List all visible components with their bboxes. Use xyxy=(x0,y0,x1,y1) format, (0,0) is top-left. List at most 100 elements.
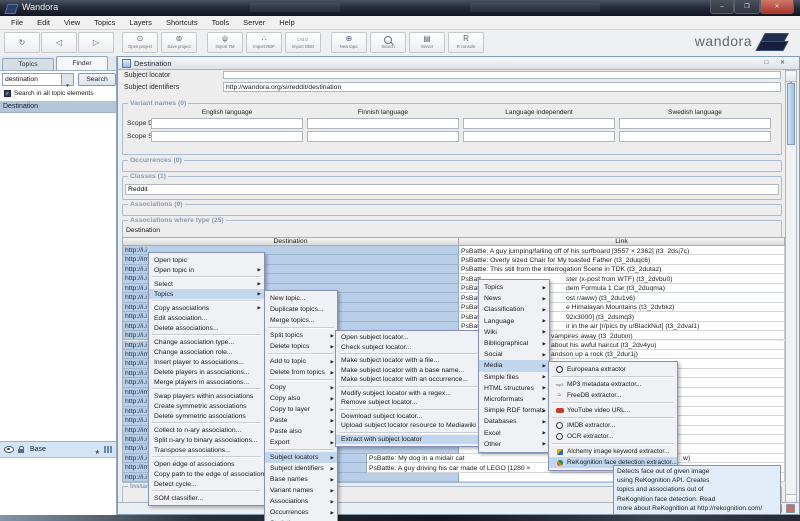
assoc-link-cell[interactable]: PsBattle: This still from the Interrogat… xyxy=(459,265,785,274)
toolbar-forward[interactable]: ▷ xyxy=(78,32,114,53)
toolbar-save-project[interactable]: ⊚Save project xyxy=(161,32,197,53)
association-item-merge-players-in-associations[interactable]: Merge players in associations... xyxy=(149,377,264,387)
variant-field[interactable] xyxy=(151,118,303,129)
extract-item-social[interactable]: Social▶ xyxy=(479,349,549,360)
topics-item-copy-also[interactable]: Copy also▶ xyxy=(265,393,337,404)
toolbar-open-project[interactable]: ⊙Open project xyxy=(122,32,158,53)
association-item-change-association-type[interactable]: Change association type... xyxy=(149,337,264,347)
menubar-topics[interactable]: Topics xyxy=(87,18,122,27)
search-all-checkbox[interactable] xyxy=(4,90,11,97)
scroll-up-icon[interactable] xyxy=(786,71,796,82)
association-item-copy-path-to-the-edge-of-associations[interactable]: Copy path to the edge of associations xyxy=(149,469,264,479)
variant-field[interactable] xyxy=(151,131,303,142)
topics-item-subject-locators[interactable]: Subject locators▶ xyxy=(265,452,337,463)
topics-item-merge-topics[interactable]: Merge topics... xyxy=(265,315,337,326)
chevron-down-icon[interactable] xyxy=(61,74,73,85)
topics-item-delete-from-topics[interactable]: Delete from topics▶ xyxy=(265,367,337,378)
association-item-insert-player-to-associations[interactable]: Insert player to associations... xyxy=(149,357,264,367)
assoc-link-cell[interactable]: PsBattle: Overly sized Chair for My toas… xyxy=(459,255,785,264)
association-item-delete-players-in-associations[interactable]: Delete players in associations... xyxy=(149,367,264,377)
topics-item-add-to-topic[interactable]: Add to topic▶ xyxy=(265,356,337,367)
subject-identifiers-field[interactable]: http://wandora.org/si/reddit/destination xyxy=(223,82,781,92)
toolbar-server[interactable]: ▤Server xyxy=(409,32,445,53)
toolbar-back[interactable]: ◁ xyxy=(41,32,77,53)
lock-icon[interactable] xyxy=(18,449,24,454)
search-result-destination[interactable]: Destination xyxy=(0,101,116,113)
menubar-server[interactable]: Server xyxy=(236,18,272,27)
variant-field[interactable] xyxy=(307,131,459,142)
variant-field[interactable] xyxy=(619,118,771,129)
toolbar-import-obo[interactable]: OBOImport OBO xyxy=(285,32,321,53)
media-item-imdb-extractor[interactable]: IMDB extractor... xyxy=(549,420,677,431)
menubar-file[interactable]: File xyxy=(4,18,30,27)
close-button[interactable] xyxy=(760,0,794,14)
variant-field[interactable] xyxy=(307,118,459,129)
extract-item-simple-files[interactable]: Simple files▶ xyxy=(479,372,549,383)
association-item-detect-cycle[interactable]: Detect cycle... xyxy=(149,479,264,489)
extract-item-topics[interactable]: Topics▶ xyxy=(479,282,549,293)
topics-item-delete-topics[interactable]: Delete topics▶ xyxy=(265,341,337,352)
toolbar-r-console[interactable]: RR console xyxy=(448,32,484,53)
association-item-split-n-ary-to-binary-associations[interactable]: Split n-ary to binary associations... xyxy=(149,435,264,445)
minimize-button[interactable] xyxy=(710,0,734,14)
association-item-collect-to-n-ary-association[interactable]: Collect to n-ary association... xyxy=(149,425,264,435)
extract-item-other[interactable]: Other▶ xyxy=(479,439,549,450)
association-item-select[interactable]: Select▶ xyxy=(149,279,264,289)
topics-item-new-topic[interactable]: New topic... xyxy=(265,293,337,304)
menubar-view[interactable]: View xyxy=(57,18,87,27)
menubar-edit[interactable]: Edit xyxy=(30,18,57,27)
media-item-freedb-extractor[interactable]: FreeDB extractor... xyxy=(549,390,677,401)
variant-field[interactable] xyxy=(463,131,615,142)
topics-item-duplicate-topics[interactable]: Duplicate topics... xyxy=(265,304,337,315)
layer-row-base[interactable]: Base xyxy=(0,442,116,458)
menubar-shortcuts[interactable]: Shortcuts xyxy=(159,18,205,27)
extract-item-language[interactable]: Language▶ xyxy=(479,316,549,327)
association-item-open-edge-of-associations[interactable]: Open edge of associations xyxy=(149,459,264,469)
association-item-delete-symmetric-associations[interactable]: Delete symmetric associations xyxy=(149,411,264,421)
scrollbar-thumb[interactable] xyxy=(787,83,795,145)
association-item-som-classifier[interactable]: SOM classifier... xyxy=(149,493,264,503)
extract-item-simple-rdf-formats[interactable]: Simple RDF formats▶ xyxy=(479,405,549,416)
topics-item-export[interactable]: Export▶ xyxy=(265,437,337,448)
association-item-create-symmetric-associations[interactable]: Create symmetric associations xyxy=(149,401,264,411)
column-header-destination[interactable]: Destination xyxy=(122,237,459,246)
media-item-ocr-extractor[interactable]: OCR extractor... xyxy=(549,431,677,442)
association-item-copy-associations[interactable]: Copy associations▶ xyxy=(149,303,264,313)
menubar-tools[interactable]: Tools xyxy=(205,18,237,27)
toolbar-new-topic[interactable]: ⊕New topic xyxy=(331,32,367,53)
extract-item-bibliographical[interactable]: Bibliographical▶ xyxy=(479,338,549,349)
extract-item-excel[interactable]: Excel▶ xyxy=(479,427,549,438)
media-item-europeana-extractor[interactable]: Europeana extractor xyxy=(549,364,677,375)
media-item-alchemy-image-keyword-extractor[interactable]: Alchemy image keyword extractor... xyxy=(549,446,677,457)
topics-item-copy[interactable]: Copy▶ xyxy=(265,382,337,393)
extract-item-html-structures[interactable]: HTML structures▶ xyxy=(479,383,549,394)
topic-panel-header[interactable]: Destination xyxy=(118,57,799,70)
topics-item-split-topics[interactable]: Split topics▶ xyxy=(265,330,337,341)
association-item-swap-players-within-associations[interactable]: Swap players within associations xyxy=(149,391,264,401)
topics-item-subject-identifiers[interactable]: Subject identifiers▶ xyxy=(265,463,337,474)
association-item-topics[interactable]: Topics▶ xyxy=(149,289,264,299)
menubar-layers[interactable]: Layers xyxy=(122,18,159,27)
extract-item-microformats[interactable]: Microformats▶ xyxy=(479,394,549,405)
toolbar-search[interactable]: Search xyxy=(370,32,406,53)
toolbar-import-rdf[interactable]: ∴Import RDF xyxy=(246,32,282,53)
vertical-scrollbar[interactable] xyxy=(785,70,797,506)
maximize-button[interactable] xyxy=(734,0,760,14)
search-combobox[interactable]: destination xyxy=(2,73,74,86)
extract-item-classification[interactable]: Classification▶ xyxy=(479,304,549,315)
panel-maximize-icon[interactable] xyxy=(762,59,771,67)
sidebar-search-button[interactable]: Search xyxy=(78,73,116,86)
variant-field[interactable] xyxy=(463,118,615,129)
topics-item-paste-also[interactable]: Paste also▶ xyxy=(265,426,337,437)
search-input[interactable]: destination xyxy=(5,76,38,83)
topics-item-variant-names[interactable]: Variant names▶ xyxy=(265,485,337,496)
topics-item-occurrences[interactable]: Occurrences▶ xyxy=(265,507,337,518)
media-item-mp3-metadata-extractor[interactable]: MP3 metadata extractor... xyxy=(549,379,677,390)
extract-item-databases[interactable]: Databases▶ xyxy=(479,416,549,427)
extract-item-media[interactable]: Media▶ xyxy=(479,360,549,371)
toolbar-refresh[interactable]: ↻ xyxy=(4,32,40,53)
association-item-edit-association[interactable]: Edit association... xyxy=(149,313,264,323)
extract-item-news[interactable]: News▶ xyxy=(479,293,549,304)
association-item-change-association-role[interactable]: Change association role... xyxy=(149,347,264,357)
topics-item-copy-to-layer[interactable]: Copy to layer▶ xyxy=(265,404,337,415)
